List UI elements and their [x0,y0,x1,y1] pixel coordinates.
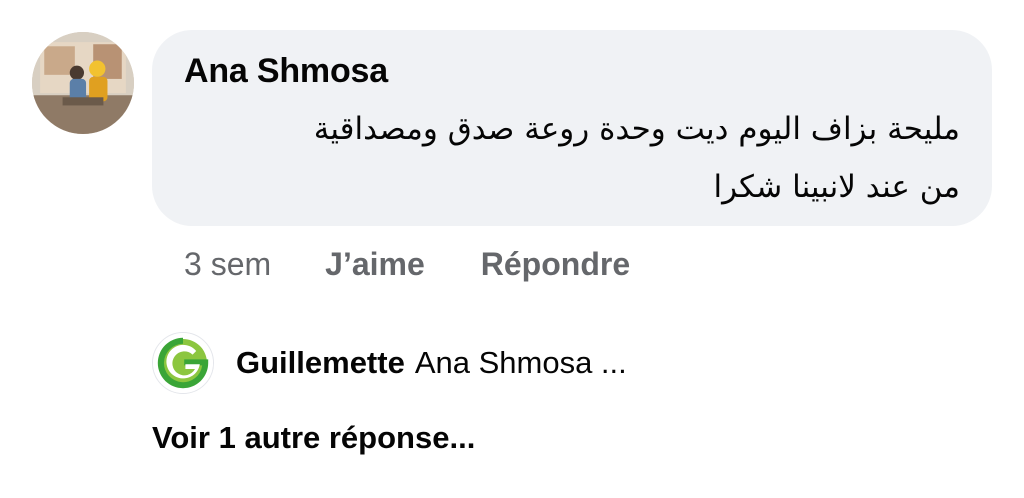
view-more-replies-link[interactable]: Voir 1 autre réponse... [152,420,475,456]
reply-snippet: Ana Shmosa ... [414,345,627,380]
comment-text: مليحة بزاف اليوم ديت وحدة روعة صدق ومصدا… [180,100,960,216]
comment-actions: 3 sem J’aime Répondre [184,246,630,283]
commenter-avatar[interactable] [32,32,134,134]
comment-thread: Ana Shmosa مليحة بزاف اليوم ديت وحدة روع… [0,0,1024,498]
comment-text-line-2: من عند لانبينا شكرا [713,169,960,205]
comment-bubble: Ana Shmosa مليحة بزاف اليوم ديت وحدة روع… [152,30,992,226]
comment-timestamp[interactable]: 3 sem [184,246,271,283]
reply-preview[interactable]: Guillemette Ana Shmosa ... [152,332,627,394]
reply-author[interactable]: Guillemette [236,345,405,381]
like-button[interactable]: J’aime [325,246,425,283]
comment-author[interactable]: Ana Shmosa [184,52,388,91]
user-avatar-photo-icon [32,32,134,134]
reply-button[interactable]: Répondre [481,246,630,283]
comment-text-line-1: مليحة بزاف اليوم ديت وحدة روعة صدق ومصدا… [313,111,960,147]
reply-avatar[interactable] [152,332,214,394]
guillemette-logo-icon [153,333,213,393]
